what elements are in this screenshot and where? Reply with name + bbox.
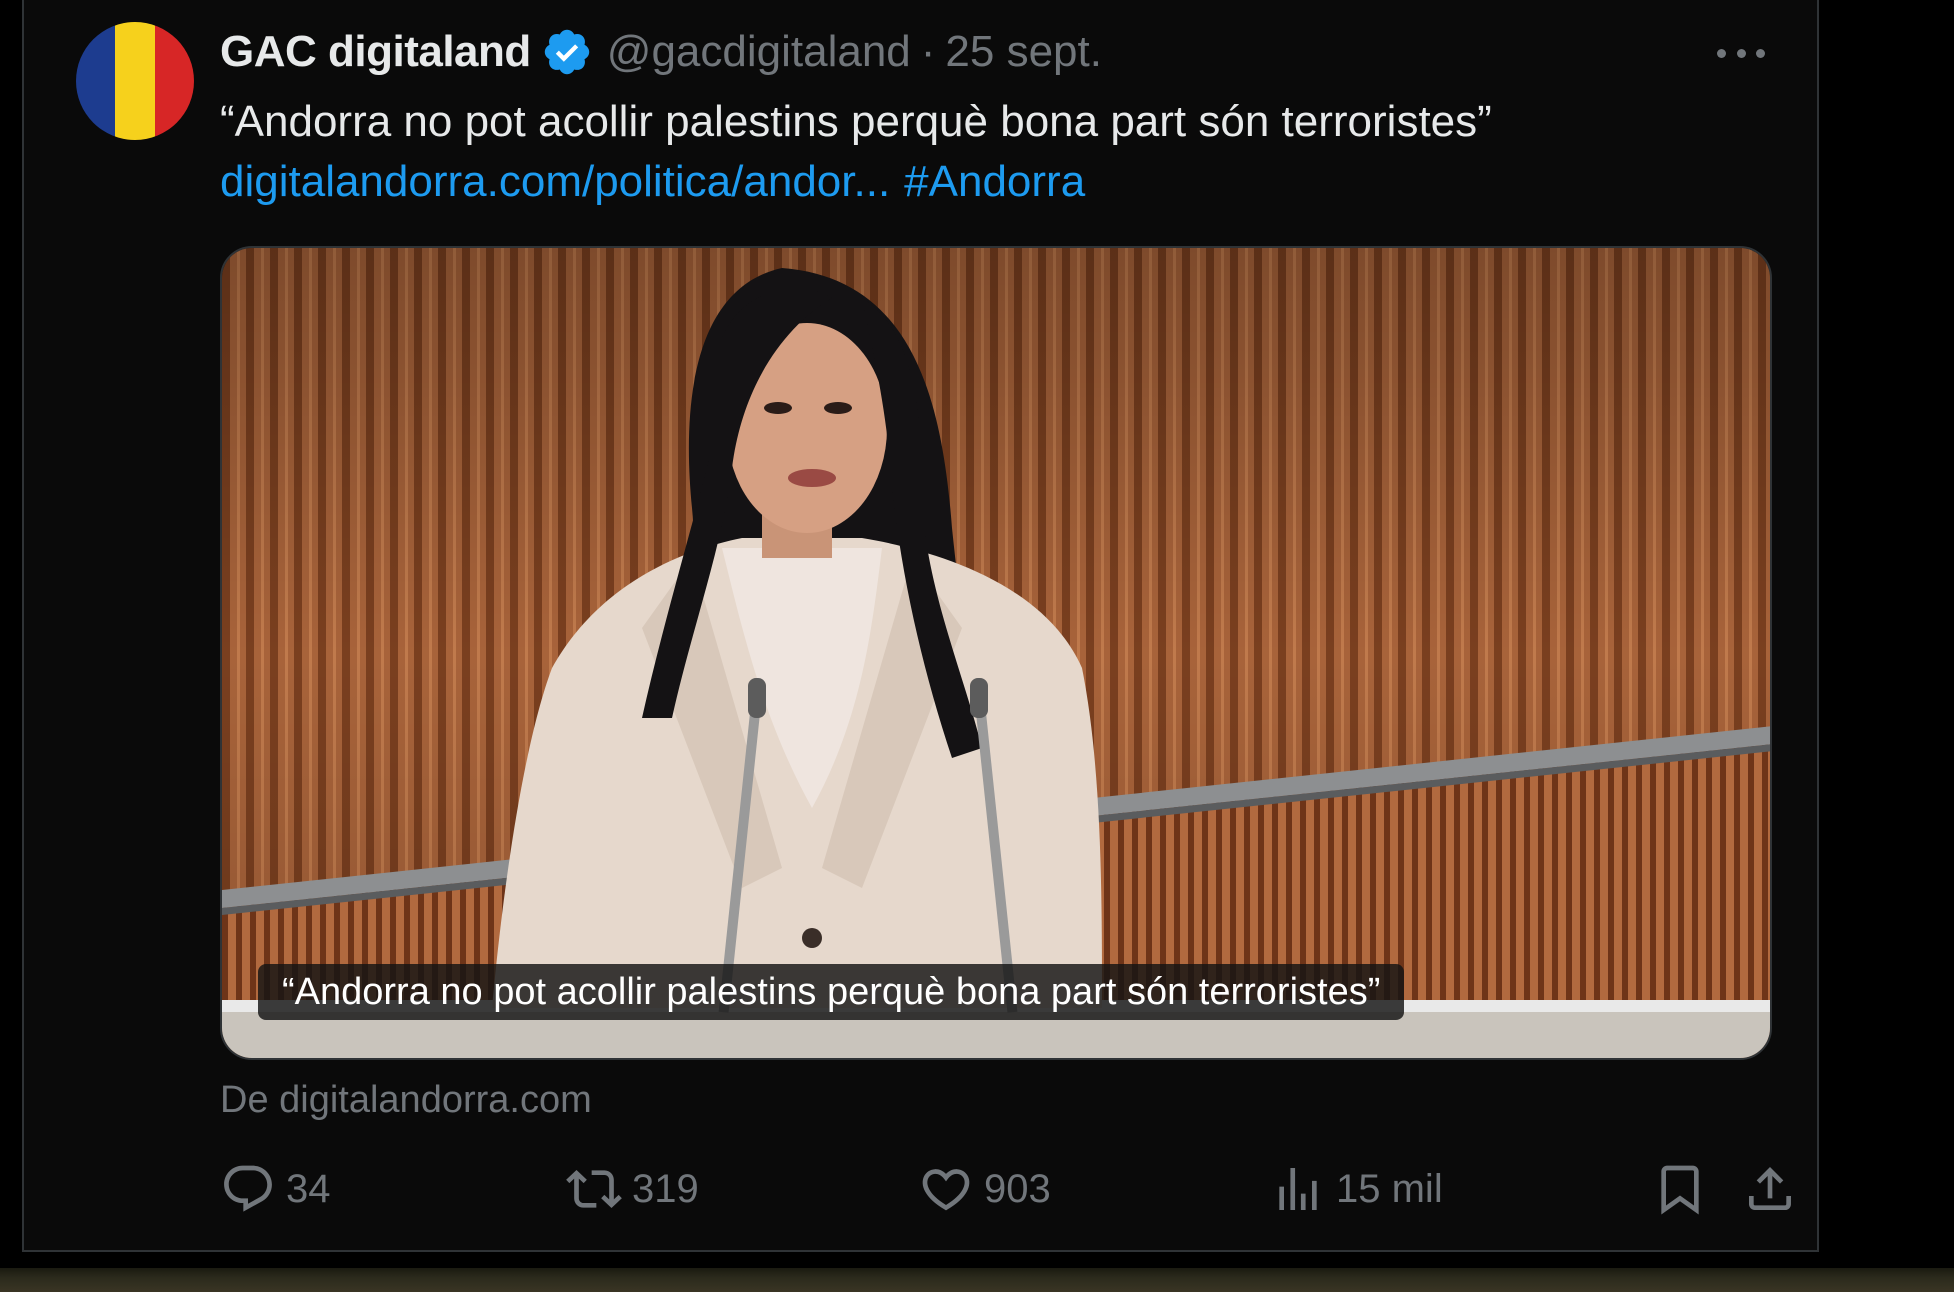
author-handle[interactable]: @gacdigitaland — [607, 27, 911, 77]
tweet-header: GAC digitaland @gacdigitaland · 25 sept. — [220, 22, 1102, 82]
avatar-flag-band-blue — [76, 22, 116, 140]
retweet-count: 319 — [632, 1166, 699, 1211]
tweet-text: “Andorra no pot acollir palestins perquè… — [220, 97, 1492, 146]
media-caption: “Andorra no pot acollir palestins perquè… — [258, 964, 1405, 1020]
avatar-flag-band-red — [154, 22, 194, 140]
like-button[interactable]: 903 — [918, 1158, 1051, 1220]
reply-button[interactable]: 34 — [220, 1158, 331, 1220]
bookmark-icon — [1661, 1165, 1699, 1215]
hashtag-link[interactable]: #Andorra — [904, 157, 1085, 206]
views-button[interactable]: 15 mil — [1270, 1158, 1443, 1220]
share-button[interactable] — [1742, 1158, 1798, 1220]
more-icon[interactable] — [1717, 36, 1765, 70]
heart-icon — [922, 1169, 970, 1211]
author-display-name[interactable]: GAC digitaland — [220, 27, 531, 77]
reply-count: 34 — [286, 1166, 331, 1211]
views-icon — [1279, 1168, 1317, 1210]
reply-icon — [224, 1165, 272, 1212]
share-icon — [1749, 1167, 1791, 1210]
header-separator: · — [920, 27, 936, 76]
views-count: 15 mil — [1336, 1166, 1443, 1211]
verified-badge-icon — [541, 26, 593, 78]
bookmark-button[interactable] — [1652, 1158, 1708, 1220]
media-card[interactable]: “Andorra no pot acollir palestins perquè… — [220, 246, 1772, 1060]
like-count: 903 — [984, 1166, 1051, 1211]
media-image — [222, 248, 1770, 1058]
avatar-flag-band-yellow — [115, 22, 155, 140]
retweet-icon — [566, 1170, 622, 1208]
action-bar: 34 319 903 15 mil — [220, 1158, 1791, 1220]
tweet[interactable]: GAC digitaland @gacdigitaland · 25 sept.… — [24, 0, 1817, 1250]
media-source[interactable]: De digitalandorra.com — [220, 1070, 592, 1130]
avatar[interactable] — [76, 22, 194, 140]
background-strip — [0, 1268, 1954, 1292]
page-background — [1819, 0, 1954, 1270]
retweet-button[interactable]: 319 — [566, 1158, 699, 1220]
timeline-column: GAC digitaland @gacdigitaland · 25 sept.… — [22, 0, 1819, 1252]
tweet-date[interactable]: 25 sept. — [945, 27, 1102, 77]
article-link[interactable]: digitalandorra.com/politica/andor... — [220, 157, 890, 206]
tweet-links: digitalandorra.com/politica/andor... #And… — [220, 152, 1085, 212]
